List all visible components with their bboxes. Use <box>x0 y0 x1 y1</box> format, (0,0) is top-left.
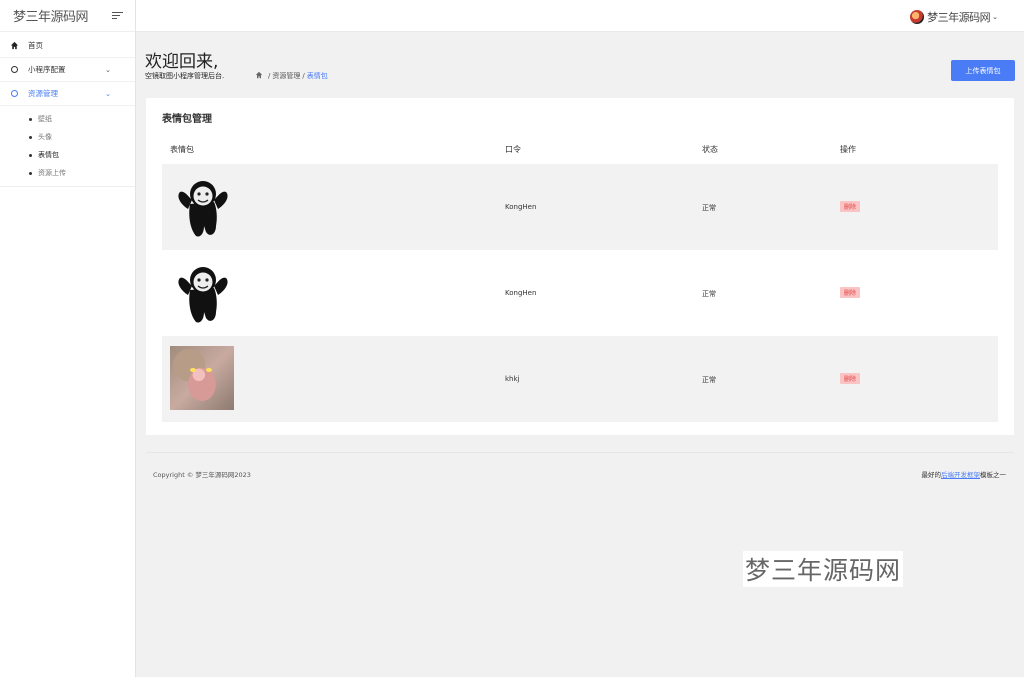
home-icon[interactable] <box>255 71 263 81</box>
user-menu[interactable]: 梦三年源码网 ⌄ <box>910 9 998 25</box>
sidebar-item-label: 资源管理 <box>28 89 58 98</box>
brand-logo[interactable]: 梦三年源码网 <box>13 6 89 25</box>
sidebar-subitem-avatar[interactable]: 头像 <box>0 128 135 146</box>
table-header: 表情包 口令 状态 操作 <box>162 138 998 162</box>
sidebar-item-label: 小程序配置 <box>28 65 66 74</box>
footer-divider <box>146 452 1014 453</box>
sidebar-item-label: 首页 <box>28 41 43 50</box>
sidebar-subitem-label: 表情包 <box>38 151 59 159</box>
upload-sticker-button[interactable]: 上传表情包 <box>951 60 1015 81</box>
chevron-down-icon: ⌄ <box>105 89 111 98</box>
column-header: 状态 <box>702 145 718 154</box>
home-icon <box>10 41 19 50</box>
table-row: KongHen 正常 删除 <box>162 250 998 336</box>
sidebar-subitem-label: 资源上传 <box>38 169 66 177</box>
sidebar-subitem-wallpaper[interactable]: 壁纸 <box>0 110 135 128</box>
sidebar-item-miniprogram-config[interactable]: 小程序配置 ⌄ <box>0 58 135 82</box>
sidebar-subitem-stickers[interactable]: 表情包 <box>0 146 135 164</box>
sticker-status: 正常 <box>702 376 716 384</box>
circle-icon <box>10 89 19 98</box>
sticker-code: khkj <box>505 375 520 383</box>
footer-credit-suffix: 模板之一 <box>980 471 1006 479</box>
menu-toggle-icon[interactable] <box>112 12 123 19</box>
watermark: 梦三年源码网 <box>743 551 904 587</box>
page-subtitle: 空镜取图小程序管理后台. <box>145 72 225 80</box>
sticker-code: KongHen <box>505 203 537 211</box>
bullet-icon <box>29 171 32 175</box>
delete-button[interactable]: 删除 <box>840 201 861 212</box>
cat-sticker-image <box>170 346 234 410</box>
username: 梦三年源码网 <box>927 11 991 24</box>
circle-icon <box>10 65 19 74</box>
avatar <box>910 10 925 24</box>
copyright-text: Copyright © 梦三年源码网2023 <box>153 471 251 479</box>
column-header: 操作 <box>840 145 856 154</box>
chevron-down-icon: ⌄ <box>105 65 111 74</box>
footer-credit: 最好的后端开发框架模板之一 <box>922 469 1007 479</box>
breadcrumb: / 资源管理 / 表情包 <box>255 71 328 81</box>
panda-sticker-image <box>178 181 228 237</box>
table-row: khkj 正常 删除 <box>162 336 998 422</box>
sidebar-subitem-label: 壁纸 <box>38 115 52 123</box>
sticker-status: 正常 <box>702 290 716 298</box>
sidebar: 梦三年源码网 首页 小程序配置 ⌄ 资源管理 ⌄ 壁纸 头像 表情包 资源上传 <box>0 0 136 677</box>
delete-button[interactable]: 删除 <box>840 287 861 298</box>
sidebar-subitem-upload[interactable]: 资源上传 <box>0 164 135 182</box>
framework-link[interactable]: 后端开发框架 <box>941 471 980 479</box>
sidebar-item-home[interactable]: 首页 <box>0 34 135 58</box>
breadcrumb-item[interactable]: 资源管理 <box>272 71 300 81</box>
sticker-management-card: 表情包管理 表情包 口令 状态 操作 KongHen 正常 删除 KongHen… <box>146 98 1014 435</box>
resource-submenu: 壁纸 头像 表情包 资源上传 <box>0 106 135 187</box>
bullet-icon <box>29 135 32 139</box>
sidebar-subitem-label: 头像 <box>38 133 52 141</box>
bullet-icon <box>29 153 32 157</box>
sidebar-item-resource-management[interactable]: 资源管理 ⌄ <box>0 82 135 106</box>
bullet-icon <box>29 117 32 121</box>
sticker-status: 正常 <box>702 204 716 212</box>
panda-sticker-image <box>178 267 228 323</box>
topbar: 梦三年源码网 ⌄ <box>136 0 1024 32</box>
footer-credit-prefix: 最好的 <box>921 471 942 479</box>
table-row: KongHen 正常 删除 <box>162 164 998 250</box>
column-header: 口令 <box>505 145 521 154</box>
card-title: 表情包管理 <box>162 114 212 125</box>
column-header: 表情包 <box>170 145 194 154</box>
breadcrumb-current: 表情包 <box>306 72 328 80</box>
delete-button[interactable]: 删除 <box>840 373 861 384</box>
sticker-code: KongHen <box>505 289 537 297</box>
page-title: 欢迎回来, <box>145 52 219 72</box>
sidebar-header: 梦三年源码网 <box>0 0 135 32</box>
chevron-down-icon: ⌄ <box>992 13 998 21</box>
